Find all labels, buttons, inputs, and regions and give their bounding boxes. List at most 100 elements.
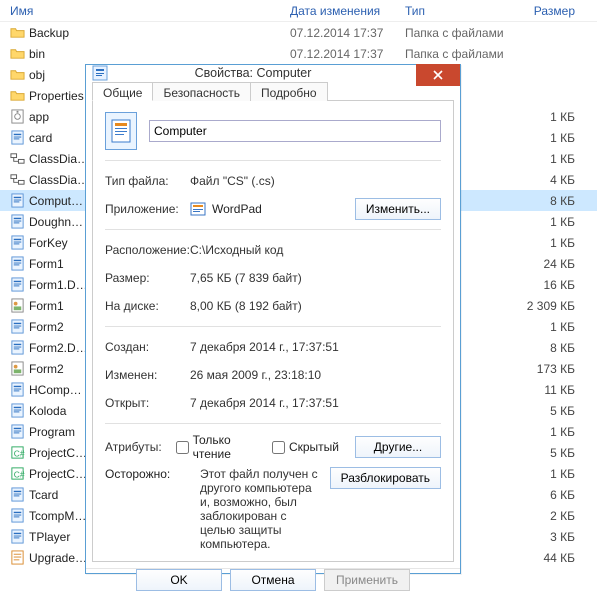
- ondisk-value: 8,00 КБ (8 192 байт): [190, 299, 441, 313]
- accessed-label: Открыт:: [105, 396, 190, 410]
- tab-details[interactable]: Подробно: [250, 82, 328, 101]
- tabs: Общие Безопасность Подробно: [86, 81, 460, 100]
- cell-size: 5 КБ: [505, 446, 585, 460]
- file-icon: [10, 550, 25, 565]
- cell-size: 1 КБ: [505, 467, 585, 481]
- col-name[interactable]: Имя: [0, 4, 280, 18]
- cell-date: 07.12.2014 17:37: [280, 26, 395, 40]
- cell-name: Backup: [0, 25, 280, 40]
- readonly-checkbox[interactable]: Только чтение: [176, 433, 256, 461]
- file-icon: [10, 382, 25, 397]
- ok-button[interactable]: OK: [136, 569, 222, 591]
- col-type[interactable]: Тип: [395, 4, 505, 18]
- cell-size: 2 309 КБ: [505, 299, 585, 313]
- location-label: Расположение:: [105, 243, 190, 257]
- file-icon: C#: [10, 445, 25, 460]
- cell-size: 8 КБ: [505, 341, 585, 355]
- ondisk-label: На диске:: [105, 299, 190, 313]
- created-label: Создан:: [105, 340, 190, 354]
- file-icon: [10, 67, 25, 82]
- warn-text: Этот файл получен с другого компьютера и…: [200, 467, 320, 551]
- col-size[interactable]: Размер: [505, 4, 585, 18]
- cell-size: 1 КБ: [505, 320, 585, 334]
- cell-date: 07.12.2014 17:37: [280, 47, 395, 61]
- titlebar[interactable]: Свойства: Computer: [86, 65, 460, 81]
- filename-input[interactable]: [149, 120, 441, 142]
- file-list-header: Имя Дата изменения Тип Размер: [0, 0, 597, 22]
- size-value: 7,65 КБ (7 839 байт): [190, 271, 441, 285]
- filetype-value: Файл "CS" (.cs): [190, 174, 441, 188]
- cell-size: 1 КБ: [505, 110, 585, 124]
- file-icon: [10, 109, 25, 124]
- attributes-label: Атрибуты:: [105, 440, 176, 454]
- file-icon: [10, 25, 25, 40]
- svg-text:C#: C#: [14, 469, 25, 479]
- file-icon: [10, 361, 25, 376]
- cell-size: 44 КБ: [505, 551, 585, 565]
- file-icon: [10, 256, 25, 271]
- file-icon: [10, 403, 25, 418]
- file-icon: [10, 277, 25, 292]
- table-row[interactable]: bin07.12.2014 17:37Папка с файлами: [0, 43, 597, 64]
- cell-size: 1 КБ: [505, 131, 585, 145]
- file-icon: [10, 214, 25, 229]
- file-icon: [10, 340, 25, 355]
- other-attributes-button[interactable]: Другие...: [355, 436, 441, 458]
- file-icon: [10, 46, 25, 61]
- file-icon: [10, 193, 25, 208]
- cell-name: bin: [0, 46, 280, 61]
- change-app-button[interactable]: Изменить...: [355, 198, 441, 220]
- cell-size: 1 КБ: [505, 152, 585, 166]
- col-date[interactable]: Дата изменения: [280, 4, 395, 18]
- close-button[interactable]: [416, 64, 460, 86]
- cell-type: Папка с файлами: [395, 47, 505, 61]
- app-name: WordPad: [212, 202, 262, 216]
- dialog-body: Тип файла: Файл "CS" (.cs) Приложение: W…: [92, 100, 454, 562]
- file-icon: [10, 487, 25, 502]
- cell-size: 6 КБ: [505, 488, 585, 502]
- created-value: 7 декабря 2014 г., 17:37:51: [190, 340, 441, 354]
- file-icon: [10, 235, 25, 250]
- file-icon: C#: [10, 466, 25, 481]
- file-icon: [10, 88, 25, 103]
- cell-size: 11 КБ: [505, 383, 585, 397]
- dialog-buttons: OK Отмена Применить: [86, 568, 460, 591]
- accessed-value: 7 декабря 2014 г., 17:37:51: [190, 396, 441, 410]
- cell-size: 4 КБ: [505, 173, 585, 187]
- cancel-button[interactable]: Отмена: [230, 569, 316, 591]
- cell-size: 8 КБ: [505, 194, 585, 208]
- cell-size: 24 КБ: [505, 257, 585, 271]
- cell-type: Папка с файлами: [395, 26, 505, 40]
- file-icon: [10, 130, 25, 145]
- file-icon: [10, 319, 25, 334]
- modified-value: 26 мая 2009 г., 23:18:10: [190, 368, 441, 382]
- unblock-button[interactable]: Разблокировать: [330, 467, 441, 489]
- file-icon: [10, 172, 25, 187]
- readonly-label: Только чтение: [193, 433, 256, 461]
- cell-size: 1 КБ: [505, 215, 585, 229]
- svg-text:C#: C#: [14, 448, 25, 458]
- file-type-icon: [105, 112, 137, 150]
- cell-size: 1 КБ: [505, 236, 585, 250]
- size-label: Размер:: [105, 271, 190, 285]
- table-row[interactable]: Backup07.12.2014 17:37Папка с файлами: [0, 22, 597, 43]
- properties-dialog: Свойства: Computer Общие Безопасность По…: [85, 64, 461, 574]
- cell-size: 3 КБ: [505, 530, 585, 544]
- warn-label: Осторожно:: [105, 467, 190, 481]
- filetype-label: Тип файла:: [105, 174, 190, 188]
- app-label: Приложение:: [105, 202, 190, 216]
- hidden-label: Скрытый: [289, 440, 339, 454]
- file-icon: [10, 298, 25, 313]
- cell-size: 5 КБ: [505, 404, 585, 418]
- cell-size: 16 КБ: [505, 278, 585, 292]
- file-icon: [10, 151, 25, 166]
- dialog-title: Свойства: Computer: [86, 66, 420, 80]
- location-value: C:\Исходный код: [190, 243, 441, 257]
- modified-label: Изменен:: [105, 368, 190, 382]
- hidden-checkbox[interactable]: Скрытый: [272, 440, 339, 454]
- tab-security[interactable]: Безопасность: [152, 82, 251, 101]
- file-icon: [10, 529, 25, 544]
- file-icon: [10, 424, 25, 439]
- apply-button[interactable]: Применить: [324, 569, 410, 591]
- tab-general[interactable]: Общие: [92, 82, 153, 101]
